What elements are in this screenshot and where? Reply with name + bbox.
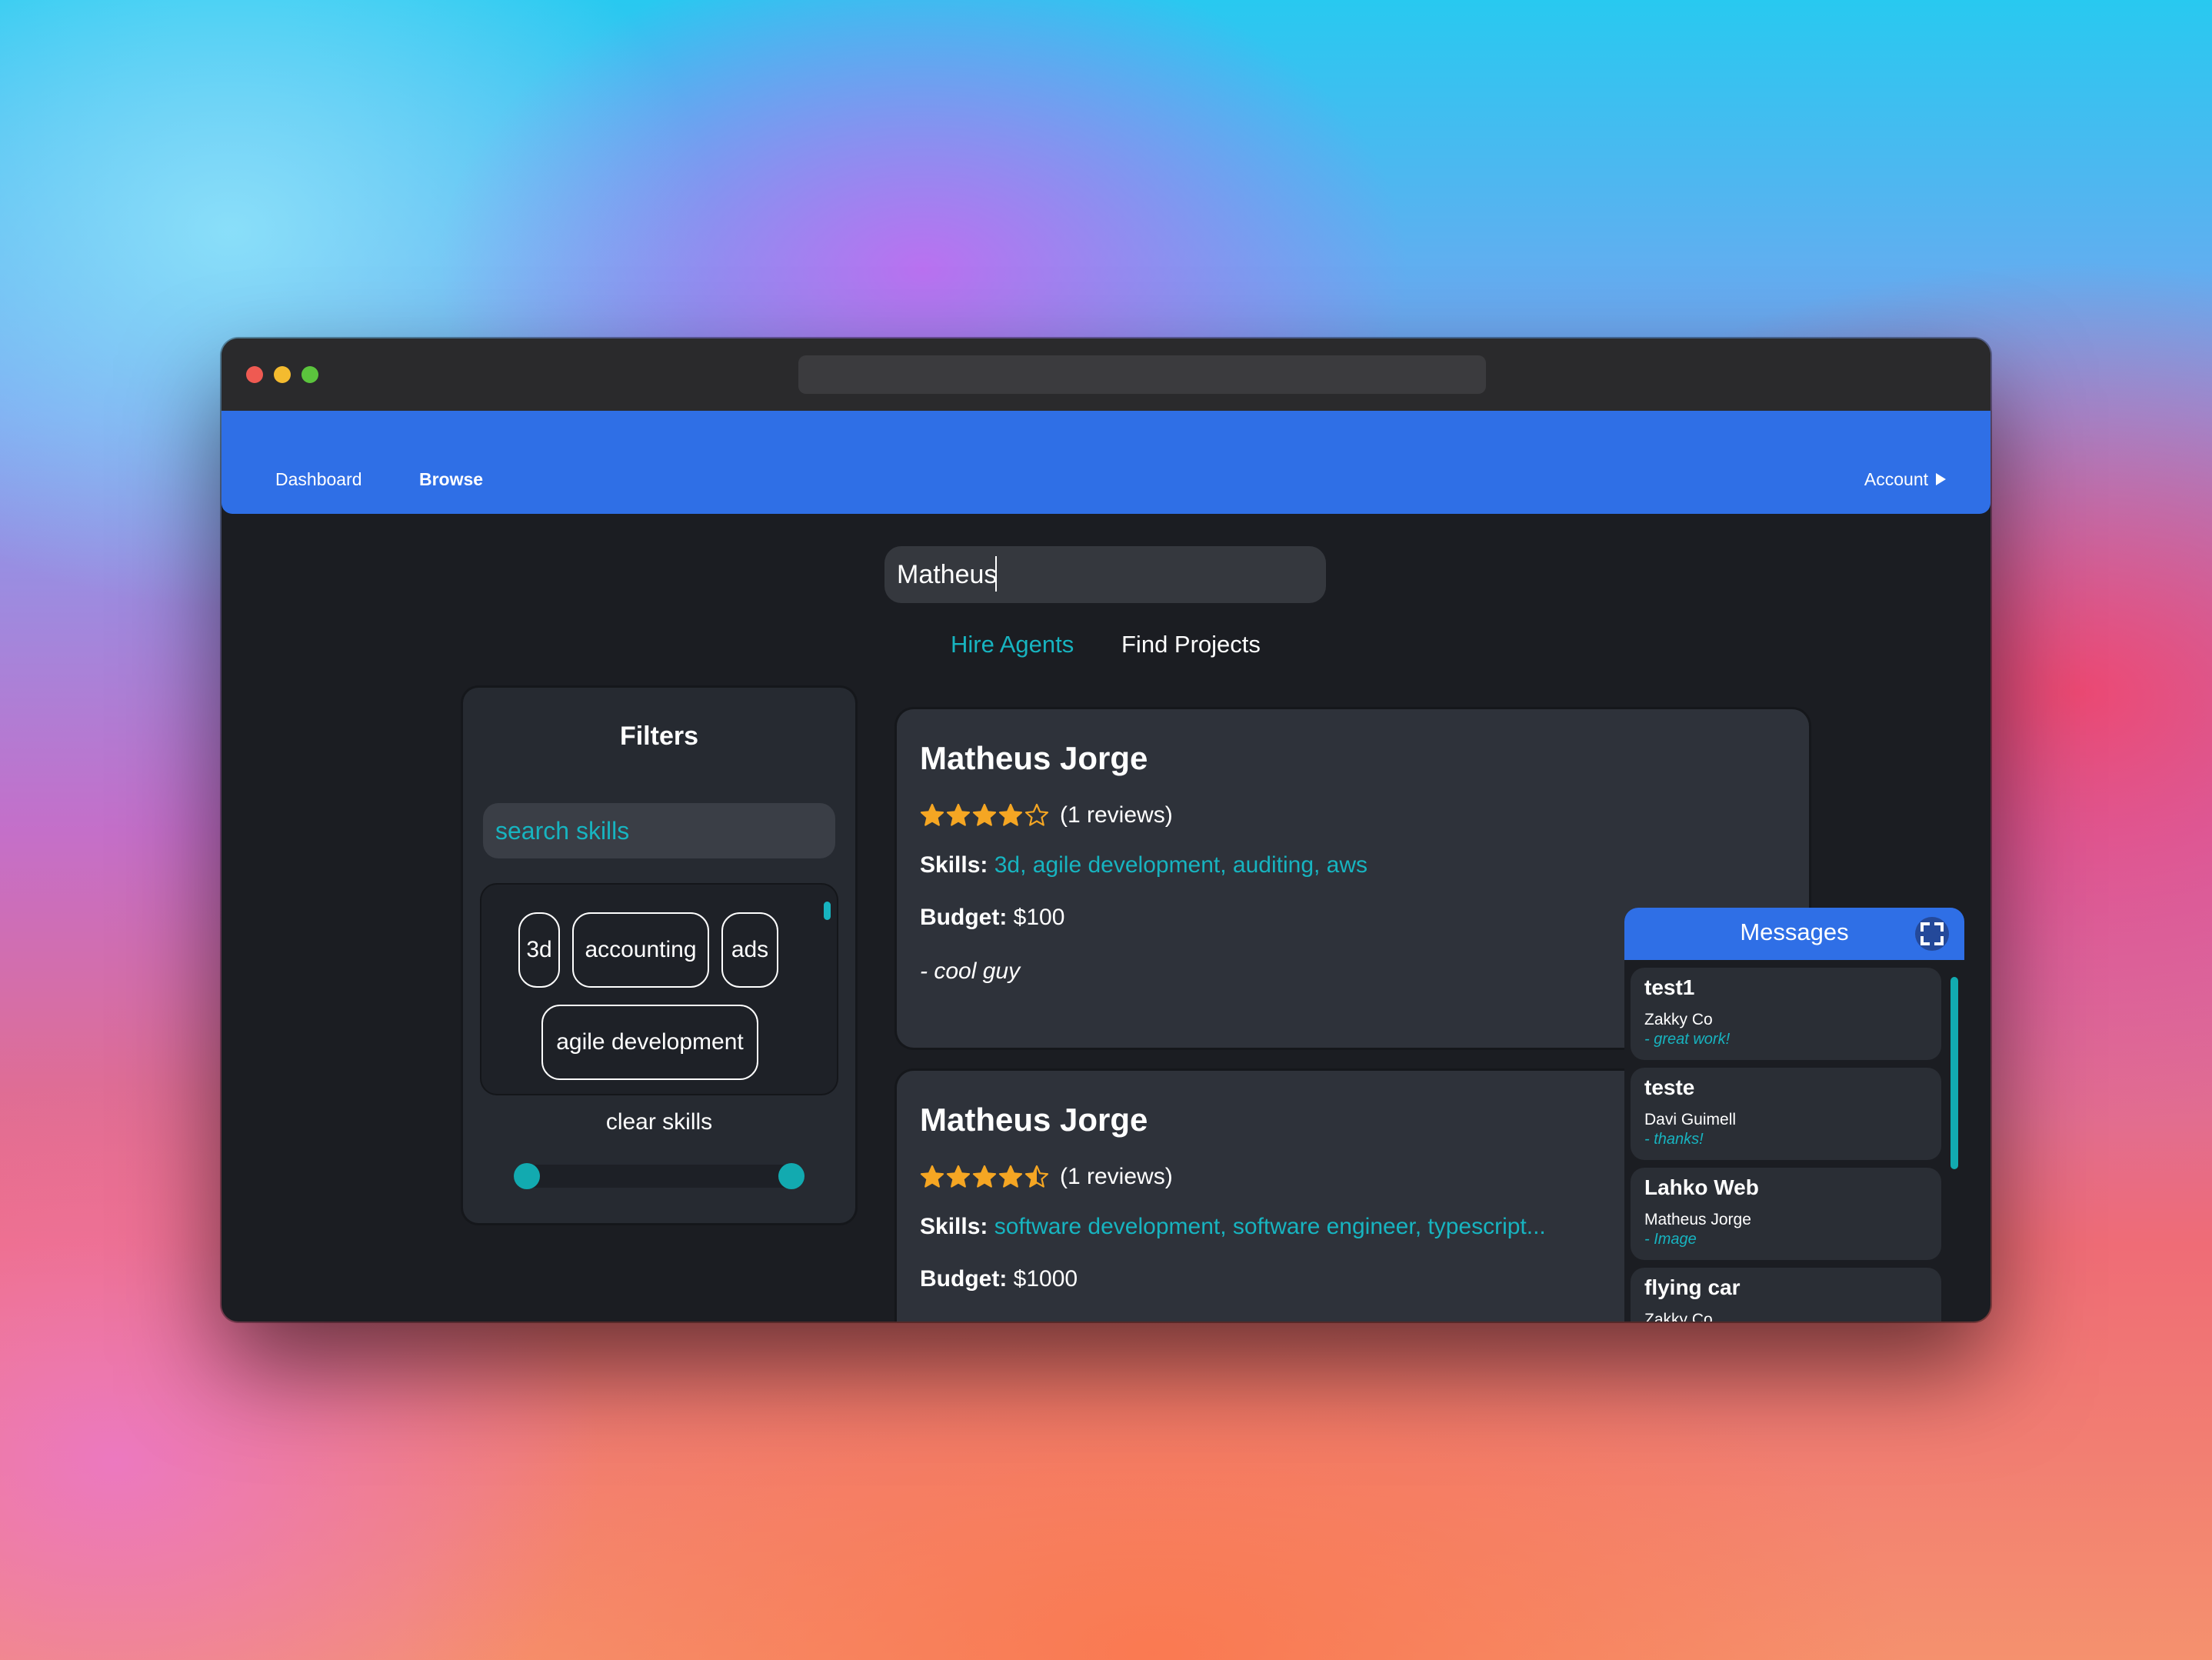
budget-label: Budget: (920, 905, 1008, 930)
star-full-icon (920, 803, 944, 826)
messages-panel: Messages test1 Zakky Co - great work! te… (1624, 908, 1964, 1322)
budget-range-slider[interactable] (514, 1163, 805, 1189)
skills-value: 3d, agile development, auditing, aws (994, 852, 1368, 878)
skills-label: Skills: (920, 852, 988, 878)
chips-scrollbar[interactable] (824, 902, 831, 920)
agent-name: Matheus Jorge (920, 740, 1148, 776)
skill-chip[interactable]: 3d (518, 912, 560, 988)
review-count: (1 reviews) (1060, 802, 1173, 828)
caret-right-icon (1936, 473, 1946, 485)
star-full-icon (946, 803, 971, 826)
skills-label: Skills: (920, 1214, 988, 1239)
thread-title: test1 (1644, 975, 1695, 999)
budget-label: Budget: (920, 1266, 1008, 1292)
budget-value: $1000 (1013, 1266, 1078, 1292)
clear-skills-button[interactable]: clear skills (463, 1109, 855, 1135)
star-full-icon (998, 1165, 1023, 1188)
range-max-handle[interactable] (778, 1163, 805, 1189)
star-half-icon (1024, 1165, 1049, 1188)
agent-name: Matheus Jorge (920, 1102, 1148, 1138)
rating-stars: (1 reviews) (920, 800, 1173, 831)
messages-header: Messages (1624, 908, 1964, 960)
account-label: Account (1864, 469, 1928, 489)
tab-find-projects[interactable]: Find Projects (1121, 631, 1261, 658)
expand-icon (1921, 922, 1944, 945)
thread-preview: - great work! (1644, 1031, 1731, 1048)
skill-chip[interactable]: ads (721, 912, 778, 988)
star-rating (920, 803, 1051, 828)
star-rating (920, 1165, 1051, 1189)
star-full-icon (972, 803, 997, 826)
address-bar[interactable] (798, 355, 1486, 394)
search-input[interactable] (884, 546, 1326, 603)
browser-window: Dashboard Browse Account Hire Agents Fin… (222, 338, 1990, 1322)
messages-title: Messages (1740, 918, 1849, 945)
text-cursor (995, 556, 997, 592)
skill-search-input[interactable] (483, 803, 835, 858)
message-thread[interactable]: teste Davi Guimell - thanks! (1631, 1068, 1941, 1160)
tab-hire-agents[interactable]: Hire Agents (951, 631, 1074, 658)
nav-account[interactable]: Account (1864, 469, 1946, 490)
thread-preview: - Image (1644, 1231, 1697, 1248)
filters-panel: Filters 3d accounting ads agile developm… (463, 688, 855, 1223)
thread-sender: Davi Guimell (1644, 1111, 1737, 1128)
budget-value: $100 (1013, 905, 1065, 930)
thread-sender: Zakky Co (1644, 1311, 1713, 1322)
skill-chip[interactable]: accounting (572, 912, 709, 988)
minimize-window-button[interactable] (274, 366, 291, 383)
star-full-icon (920, 1165, 944, 1188)
review-quote: - cool guy (920, 958, 1021, 984)
skill-chip[interactable]: agile development (541, 1005, 758, 1080)
thread-title: teste (1644, 1075, 1695, 1099)
range-min-handle[interactable] (514, 1163, 540, 1189)
thread-sender: Matheus Jorge (1644, 1211, 1751, 1228)
skill-chips-list: 3d accounting ads agile development (481, 885, 837, 1094)
thread-title: flying car (1644, 1275, 1741, 1299)
star-full-icon (946, 1165, 971, 1188)
expand-messages-button[interactable] (1915, 917, 1949, 951)
thread-sender: Zakky Co (1644, 1011, 1713, 1028)
maximize-window-button[interactable] (301, 366, 318, 383)
star-full-icon (998, 803, 1023, 826)
thread-title: Lahko Web (1644, 1175, 1759, 1199)
star-empty-icon (1024, 803, 1049, 826)
message-thread[interactable]: Lahko Web Matheus Jorge - Image (1631, 1168, 1941, 1260)
budget-line: Budget: $100 (920, 905, 1064, 931)
navbar: Dashboard Browse Account (222, 411, 1990, 514)
review-count: (1 reviews) (1060, 1164, 1173, 1189)
skills-line: Skills: software development, software e… (920, 1214, 1546, 1240)
skills-value: software development, software engineer,… (994, 1214, 1546, 1239)
filters-title: Filters (619, 722, 699, 751)
title-bar (222, 338, 1990, 411)
nav-dashboard[interactable]: Dashboard (275, 469, 362, 490)
thread-preview: - thanks! (1644, 1131, 1704, 1148)
skills-line: Skills: 3d, agile development, auditing,… (920, 852, 1368, 878)
message-thread[interactable]: flying car Zakky Co (1631, 1268, 1941, 1322)
rating-stars: (1 reviews) (920, 1162, 1173, 1192)
messages-scrollbar[interactable] (1950, 977, 1958, 1169)
close-window-button[interactable] (246, 366, 263, 383)
budget-line: Budget: $1000 (920, 1266, 1078, 1292)
message-thread[interactable]: test1 Zakky Co - great work! (1631, 968, 1941, 1060)
nav-browse[interactable]: Browse (419, 469, 483, 490)
star-full-icon (972, 1165, 997, 1188)
